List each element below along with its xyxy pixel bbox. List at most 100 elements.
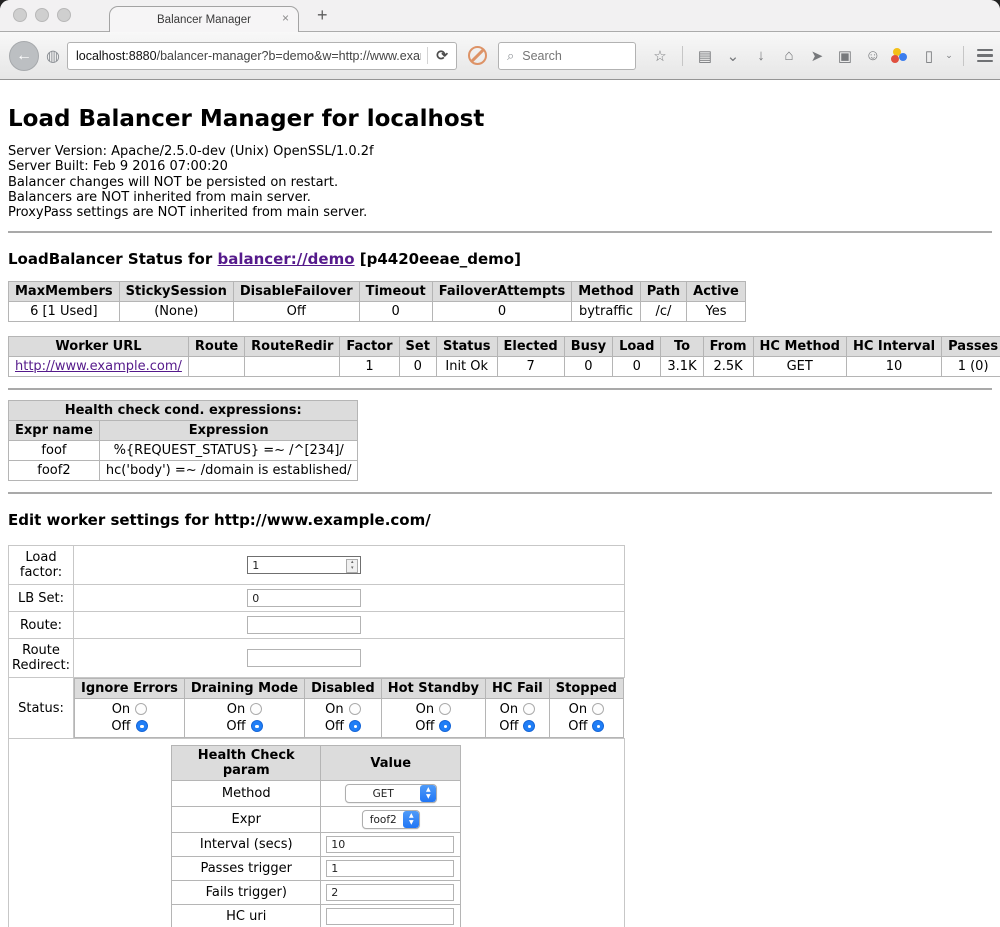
back-button[interactable]: ← (9, 41, 39, 71)
table-cell: /c/ (640, 302, 686, 322)
radio-off[interactable] (523, 720, 535, 732)
url-host: localhost:8880 (76, 49, 157, 63)
sidebar-icon[interactable]: ▯ (915, 47, 943, 65)
home-icon[interactable]: ⌂ (775, 47, 803, 64)
hc-uri-input[interactable] (326, 908, 454, 925)
column-header: Draining Mode (184, 679, 304, 699)
column-header: To (661, 337, 703, 357)
page-title: Load Balancer Manager for localhost (8, 106, 992, 132)
reading-list-icon[interactable]: ▤ (691, 47, 719, 65)
tab-balancer-manager[interactable]: Balancer Manager × (109, 6, 299, 32)
load-factor-input[interactable] (247, 556, 361, 574)
navigation-toolbar: ← ◍ localhost:8880/balancer-manager?b=de… (0, 32, 1000, 80)
lb-set-input[interactable] (247, 589, 361, 607)
form-row-route-redirect: Route Redirect: (9, 639, 625, 678)
zoom-window-button[interactable] (57, 8, 71, 22)
select-stepper-icon: ▲▼ (403, 811, 419, 828)
screenshot-icon[interactable]: ▣ (831, 47, 859, 65)
url-bar[interactable]: localhost:8880/balancer-manager?b=demo&w… (67, 42, 457, 70)
column-header: Health Check param (172, 746, 321, 781)
new-tab-button[interactable]: + (317, 5, 328, 26)
radio-off[interactable] (136, 720, 148, 732)
table-cell: 0 (399, 357, 436, 377)
table-cell: 0 (432, 302, 572, 322)
field-value-cell (74, 585, 625, 612)
overflow-caret-icon[interactable]: ⌄ (943, 50, 955, 61)
reload-icon[interactable]: ⟳ (427, 47, 448, 64)
radio-on[interactable] (250, 703, 262, 715)
status-table: Ignore Errors Draining Mode Disabled Hot… (74, 678, 624, 738)
worker-status-table: Worker URL Route RouteRedir Factor Set S… (8, 336, 1000, 377)
param-label: Method (172, 781, 321, 807)
radio-on[interactable] (135, 703, 147, 715)
radio-on[interactable] (349, 703, 361, 715)
menu-icon[interactable] (972, 49, 998, 63)
radio-on[interactable] (439, 703, 451, 715)
method-select[interactable]: GET▲▼ (345, 784, 437, 803)
table-header-row: Ignore Errors Draining Mode Disabled Hot… (75, 679, 624, 699)
expression-cell: %{REQUEST_STATUS} =~ /^[234]/ (99, 441, 358, 461)
send-icon[interactable]: ➤ (803, 47, 831, 65)
search-input[interactable] (520, 48, 609, 64)
radio-off[interactable] (592, 720, 604, 732)
url-path: /balancer-manager?b=demo&w=http://www.ex… (157, 49, 422, 63)
table-cell: Init Ok (436, 357, 497, 377)
hc-params-table: Health Check param Value Method GET▲▼ Ex… (171, 745, 461, 927)
radio-on[interactable] (523, 703, 535, 715)
radio-off[interactable] (251, 720, 263, 732)
expr-name-cell: foof (9, 441, 100, 461)
page-content: Load Balancer Manager for localhost Serv… (0, 80, 1000, 927)
hc-row-interval: Interval (secs) (172, 833, 461, 857)
route-input[interactable] (247, 616, 361, 634)
bookmark-star-icon[interactable]: ☆ (646, 47, 674, 65)
route-redirect-input[interactable] (247, 649, 361, 667)
number-stepper-icon[interactable]: ▴▾ (346, 559, 358, 573)
radio-label: Off (226, 719, 245, 734)
column-header: Timeout (359, 282, 432, 302)
radio-off[interactable] (439, 720, 451, 732)
status-cell: Ignore Errors Draining Mode Disabled Hot… (74, 678, 625, 739)
info-line: Balancers are NOT inherited from main se… (8, 190, 992, 205)
hc-row-hc-uri: HC uri (172, 905, 461, 927)
fails-input[interactable] (326, 884, 454, 901)
info-line: ProxyPass settings are NOT inherited fro… (8, 205, 992, 220)
table-cell: 1 (0) (942, 357, 1000, 377)
toolbar-separator (682, 46, 683, 66)
server-info: Server Version: Apache/2.5.0-dev (Unix) … (8, 144, 992, 220)
download-icon[interactable]: ↓ (747, 47, 775, 64)
adblock-disabled-icon[interactable] (468, 46, 487, 65)
expr-select[interactable]: foof2▲▼ (362, 810, 420, 829)
param-label: Fails trigger) (172, 881, 321, 905)
pocket-icon[interactable]: ⌄ (719, 47, 747, 65)
table-cell: (None) (119, 302, 233, 322)
param-value-cell: foof2▲▼ (321, 807, 461, 833)
close-window-button[interactable] (13, 8, 27, 22)
column-header: Route (188, 337, 244, 357)
edit-worker-form: Load factor: ▴▾ LB Set: Route: Route Red… (8, 545, 625, 927)
column-header: Worker URL (9, 337, 189, 357)
search-bar[interactable]: ⌕ (498, 42, 636, 70)
balancer-link[interactable]: balancer://demo (217, 250, 354, 268)
table-row: 6 [1 Used] (None) Off 0 0 bytraffic /c/ … (9, 302, 746, 322)
passes-input[interactable] (326, 860, 454, 877)
column-header: From (703, 337, 753, 357)
radio-off[interactable] (349, 720, 361, 732)
form-row-route: Route: (9, 612, 625, 639)
table-cell: 10 (846, 357, 941, 377)
worker-url-link[interactable]: http://www.example.com/ (15, 359, 182, 374)
form-row-load-factor: Load factor: ▴▾ (9, 546, 625, 585)
interval-input[interactable] (326, 836, 454, 853)
table-cell: 3.1K (661, 357, 703, 377)
forum-icon[interactable]: ☺ (859, 47, 887, 64)
radio-on[interactable] (592, 703, 604, 715)
column-header: FailoverAttempts (432, 282, 572, 302)
account-icon[interactable] (887, 47, 915, 65)
column-header: Path (640, 282, 686, 302)
table-cell: bytraffic (572, 302, 640, 322)
field-label: Route: (9, 612, 74, 639)
minimize-window-button[interactable] (35, 8, 49, 22)
heading-text: LoadBalancer Status for (8, 250, 217, 268)
tab-close-icon[interactable]: × (282, 12, 289, 24)
table-cell: 0 (359, 302, 432, 322)
browser-window: Balancer Manager × + ← ◍ localhost:8880/… (0, 0, 1000, 927)
